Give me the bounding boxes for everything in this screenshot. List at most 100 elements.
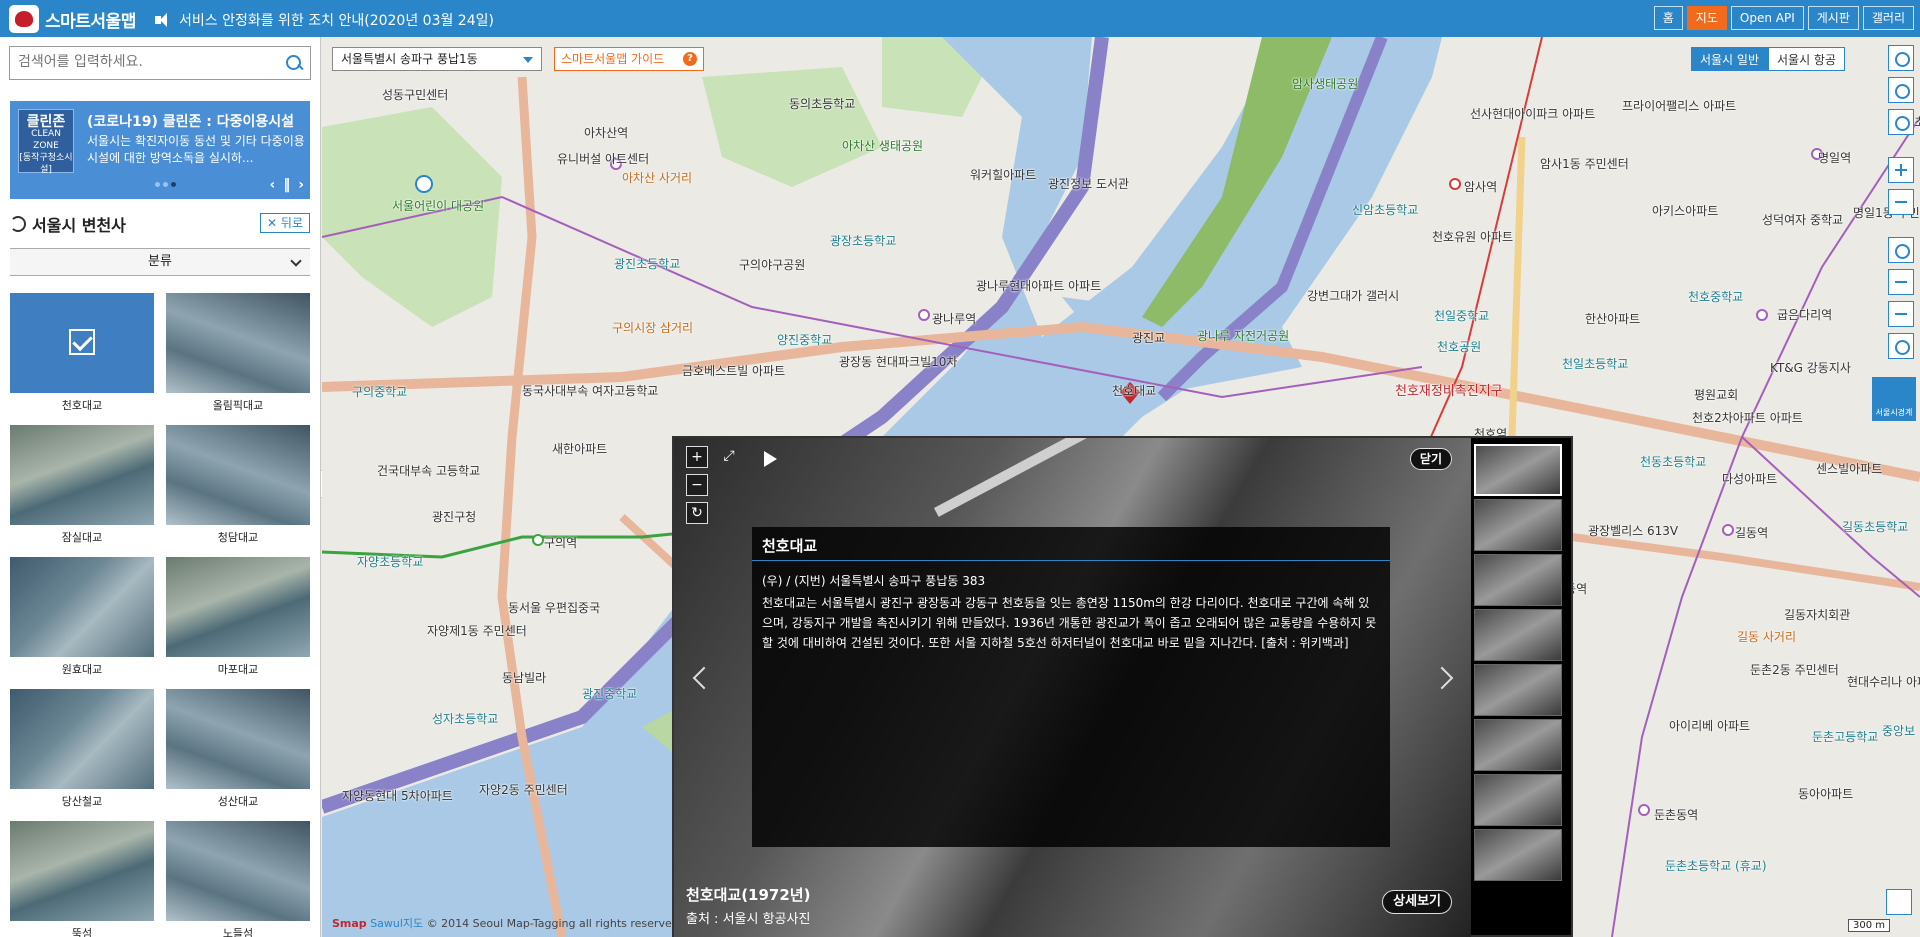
next-icon[interactable]: ›: [298, 177, 304, 193]
photo-thumbnail[interactable]: [1474, 774, 1562, 826]
map-label: 길동 사거리: [1737, 630, 1797, 644]
nav-map[interactable]: 지도: [1686, 6, 1727, 30]
app-logo[interactable]: 스마트서울맵: [9, 5, 136, 33]
help-icon: ?: [683, 52, 697, 66]
photo-thumbnail[interactable]: [1474, 609, 1562, 661]
globe-icon[interactable]: [1888, 77, 1914, 103]
tile-jamsil-bridge[interactable]: 잠실대교: [10, 425, 154, 544]
detail-button[interactable]: 상세보기: [1382, 890, 1452, 914]
map-label: 천호유원 아파트: [1432, 230, 1514, 244]
map-label: 굽은다리역: [1777, 308, 1833, 322]
map-label: 둔촌초등학교 (휴교): [1665, 859, 1767, 873]
tile-cheongdam-bridge[interactable]: 청담대교: [166, 425, 310, 544]
banner-title: (코로나19) 클린존 : 다중이용시설: [87, 114, 295, 130]
link-icon[interactable]: [1888, 333, 1914, 359]
map-label: 둔촌고등학교: [1812, 730, 1879, 744]
map-label: 둔촌동역: [1654, 808, 1699, 822]
photo-thumbnail[interactable]: [1474, 719, 1562, 771]
map-label: 광장초등학교: [830, 234, 897, 248]
district-select-value: 서울특별시 송파구 풍납1동: [341, 52, 478, 66]
map-label: 아키스아파트: [1652, 204, 1719, 218]
map-label: 다성아파트: [1722, 472, 1778, 486]
map-label: 동서울 우편집중국: [508, 601, 601, 615]
maptype-general[interactable]: 서울시 일반: [1690, 47, 1768, 71]
search-icon[interactable]: [284, 53, 304, 73]
map-label: 광진중학교: [582, 687, 638, 701]
photo-thumbnail[interactable]: [1474, 664, 1562, 716]
banner-thumb-title: 클린존: [26, 114, 66, 130]
tile-image: [10, 689, 154, 789]
district-select[interactable]: 서울특별시 송파구 풍납1동: [332, 47, 542, 71]
tile-wonhyo-bridge[interactable]: 원효대교: [10, 557, 154, 676]
prev-icon[interactable]: ‹: [269, 177, 275, 193]
zoom-out-icon[interactable]: [1888, 189, 1914, 215]
pause-icon[interactable]: ‖: [283, 177, 290, 193]
nav-home[interactable]: 홈: [1653, 6, 1683, 30]
tile-image: [10, 425, 154, 525]
prev-photo-icon[interactable]: [692, 666, 716, 690]
map-tools: [1888, 45, 1914, 359]
tile-olympic-bridge[interactable]: 올림픽대교: [166, 293, 310, 412]
nav-openapi[interactable]: Open API: [1730, 6, 1804, 30]
tile-ttukseom[interactable]: 뚝섬: [10, 821, 154, 937]
guide-label: 스마트서울맵 가이드: [561, 52, 665, 66]
map-label: 광나루역: [932, 312, 977, 326]
service-notice[interactable]: 서비스 안정화를 위한 조치 안내(2020년 03월 24일): [155, 10, 494, 30]
search-input[interactable]: [18, 54, 268, 70]
area-measure-icon[interactable]: [1888, 237, 1914, 263]
tile-mapo-bridge[interactable]: 마포대교: [166, 557, 310, 676]
aerial-photo[interactable]: + − ↻ ⤢ 천호대교 (우) / (지번) 서울특별시 송파구 풍납동 38…: [674, 438, 1471, 937]
map-label: 천일초등학교: [1562, 357, 1629, 371]
map-label: 중앙보: [1882, 724, 1916, 738]
layers-icon[interactable]: [1888, 45, 1914, 71]
minimap-icon[interactable]: [1886, 889, 1912, 915]
download-icon[interactable]: [1888, 301, 1914, 327]
filter-label: 분류: [148, 254, 172, 269]
fullscreen-icon[interactable]: ⤢: [718, 446, 740, 468]
maptype-aerial[interactable]: 서울시 항공: [1767, 47, 1845, 71]
tool-gap: [1888, 221, 1914, 231]
nav-board[interactable]: 게시판: [1807, 6, 1859, 30]
banner-dot[interactable]: [163, 182, 168, 187]
photo-thumbnail[interactable]: [1474, 554, 1562, 606]
map-label: 암사역: [1464, 180, 1498, 194]
tile-dangsan-railway-bridge[interactable]: 당산철교: [10, 689, 154, 808]
viewer-zoom-in-icon[interactable]: +: [686, 446, 708, 468]
section-title: 서울시 변천사: [32, 216, 126, 235]
banner-dot[interactable]: [155, 182, 160, 187]
photo-thumbnail[interactable]: [1474, 444, 1562, 496]
nav-gallery[interactable]: 갤러리: [1862, 6, 1914, 30]
notice-banner[interactable]: 클린존 CLEAN ZONE [동작구청소시설] (코로나19) 클린존 : 다…: [10, 101, 310, 199]
tile-nodeul-island[interactable]: 노들섬: [166, 821, 310, 937]
banner-dot-active[interactable]: [171, 182, 176, 187]
photo-thumbnail[interactable]: [1474, 499, 1562, 551]
map-label: 자양초등학교: [357, 555, 424, 569]
map-label: 길동자치회관: [1784, 608, 1851, 622]
info-title: 천호대교: [762, 537, 818, 555]
category-filter[interactable]: 분류: [10, 248, 310, 276]
viewer-rotate-icon[interactable]: ↻: [686, 502, 708, 524]
history-photo-viewer: + − ↻ ⤢ 천호대교 (우) / (지번) 서울특별시 송파구 풍납동 38…: [672, 436, 1573, 937]
guide-button[interactable]: 스마트서울맵 가이드 ?: [554, 47, 704, 71]
map-label: 아차산역: [584, 126, 629, 140]
map-label: 새한아파트: [552, 442, 608, 456]
tile-seongsan-bridge[interactable]: 성산대교: [166, 689, 310, 808]
viewer-zoom-out-icon[interactable]: −: [686, 474, 708, 496]
tile-image: [166, 821, 310, 921]
map-label: 암사생태공원: [1292, 77, 1359, 91]
tile-cheonho-bridge[interactable]: 천호대교: [10, 293, 154, 412]
distance-measure-icon[interactable]: [1888, 269, 1914, 295]
close-button[interactable]: 닫기: [1409, 448, 1452, 470]
map-label: 명일역: [1818, 151, 1852, 165]
map-label: 평원교회: [1694, 388, 1739, 402]
play-icon[interactable]: [764, 451, 777, 467]
photo-thumbnail[interactable]: [1474, 829, 1562, 881]
back-button[interactable]: ✕ 뒤로: [260, 213, 310, 233]
brand-smap: Smap: [332, 917, 367, 930]
tile-image: [166, 425, 310, 525]
seoul-boundary-button[interactable]: 서울시경계: [1872, 377, 1916, 421]
settings-icon[interactable]: [1888, 109, 1914, 135]
next-photo-icon[interactable]: [1430, 666, 1454, 690]
map-label: 광진정보 도서관: [1048, 177, 1130, 191]
zoom-in-icon[interactable]: [1888, 157, 1914, 183]
